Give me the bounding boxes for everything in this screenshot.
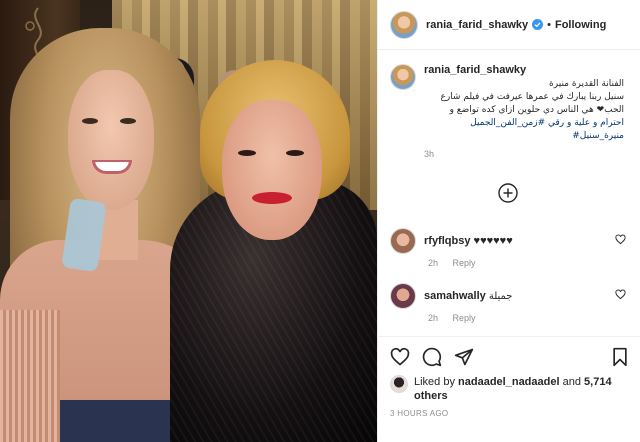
load-more-comments-icon[interactable] — [498, 183, 518, 203]
liker-username[interactable]: nadaadel_nadaadel — [458, 376, 560, 388]
woman-right-face — [222, 100, 322, 240]
comment-text: ♥♥♥♥♥♥ — [473, 235, 513, 247]
woman-left-eye — [82, 118, 98, 124]
caption-line: سنيل ربنا يبارك في عمرها عيرفت في فيلم ش… — [440, 91, 624, 102]
woman-right-lips — [252, 192, 292, 204]
commenter-avatar[interactable] — [390, 283, 416, 309]
liker-avatar[interactable] — [390, 375, 408, 393]
post-caption: rania_farid_shawky الفنانة القديرة منيرة… — [390, 64, 630, 159]
jacket-fringe — [0, 310, 60, 442]
comment-bubble-icon[interactable] — [422, 347, 442, 367]
reply-button[interactable]: Reply — [453, 258, 476, 268]
comment-time: 2h — [428, 258, 439, 268]
post-actions: Liked by nadaadel_nadaadel and 5,714 oth… — [378, 336, 640, 442]
caption-avatar[interactable] — [390, 64, 416, 90]
woman-left-eye — [120, 118, 136, 124]
woman-left-face — [68, 70, 154, 210]
comment-item: rfyflqbsy ♥♥♥♥♥♥ 2h Reply — [390, 228, 630, 268]
comment-item: samahwally جميلة 2h Reply — [390, 283, 630, 323]
caption-timestamp: 3h — [424, 148, 435, 159]
author-avatar[interactable] — [390, 10, 418, 39]
caption-username[interactable]: rania_farid_shawky — [424, 64, 526, 76]
woman-right-eye — [238, 150, 256, 156]
verified-badge-icon — [532, 19, 544, 30]
share-paper-plane-icon[interactable] — [454, 347, 474, 367]
like-comment-heart-icon[interactable] — [615, 234, 626, 245]
comment-time: 2h — [428, 313, 439, 323]
liked-by-and: and — [562, 376, 581, 388]
caption-line: الحب❤ هي الناس دي حلوين ازاي كده تواضع و — [449, 104, 624, 115]
commenter-avatar[interactable] — [390, 228, 416, 254]
like-comment-heart-icon[interactable] — [615, 289, 626, 300]
caption-body: rania_farid_shawky الفنانة القديرة منيرة… — [424, 64, 624, 143]
caption-hashtag-line[interactable]: احترام و علية و رقي #زمن_الفن_الجميل — [424, 117, 624, 130]
liked-by-row: Liked by nadaadel_nadaadel and 5,714 oth… — [390, 375, 630, 403]
post-side-panel: rania_farid_shawky • Following rania_far… — [377, 0, 640, 442]
commenter-username[interactable]: samahwally — [424, 290, 486, 302]
following-button[interactable]: Following — [555, 19, 606, 31]
header-separator: • — [547, 18, 551, 31]
liked-by-prefix: Liked by — [414, 376, 455, 388]
author-username[interactable]: rania_farid_shawky — [426, 19, 528, 31]
reply-button[interactable]: Reply — [453, 313, 476, 323]
post-timestamp[interactable]: 3 HOURS AGO — [390, 409, 448, 418]
save-bookmark-icon[interactable] — [611, 347, 629, 367]
comment-text: جميلة — [488, 291, 513, 302]
caption-line: الفنانة القديرة منيرة — [549, 78, 624, 89]
post-header: rania_farid_shawky • Following — [378, 0, 640, 50]
woman-right-eye — [286, 150, 304, 156]
like-heart-icon[interactable] — [390, 347, 410, 367]
post-photo[interactable] — [0, 0, 377, 442]
caption-hashtag-line[interactable]: منيرة_سنيل# — [424, 130, 624, 143]
commenter-username[interactable]: rfyflqbsy — [424, 235, 470, 247]
